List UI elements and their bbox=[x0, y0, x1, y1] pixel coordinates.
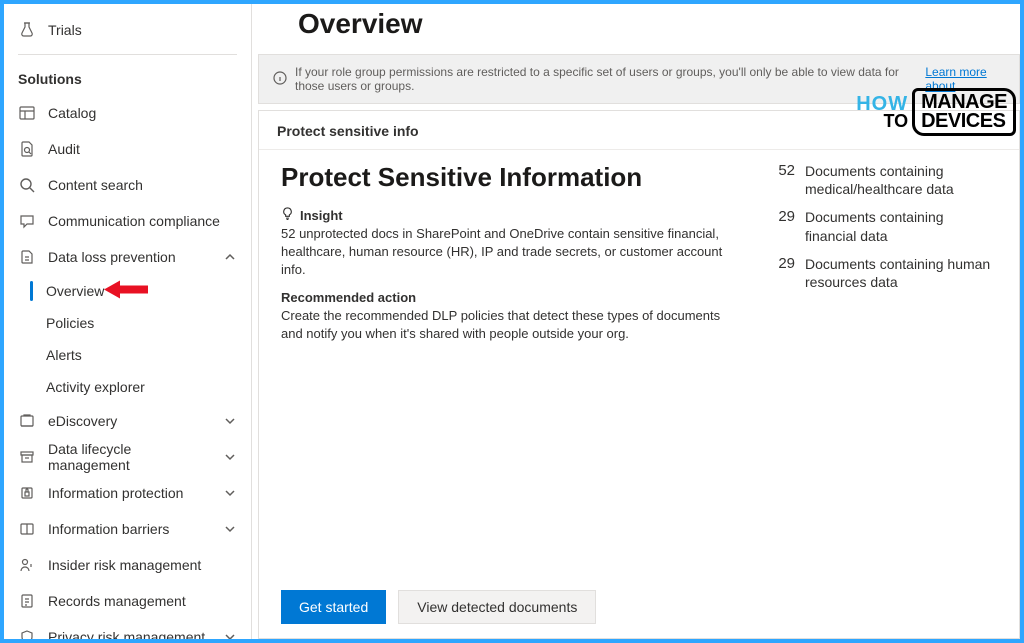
chevron-down-icon bbox=[223, 414, 237, 428]
stat-number: 52 bbox=[767, 162, 795, 179]
audit-icon bbox=[18, 140, 36, 158]
insight-label: Insight bbox=[300, 208, 343, 223]
stat-label: Documents containing medical/healthcare … bbox=[805, 162, 997, 198]
sidebar-subitem-label: Alerts bbox=[46, 347, 82, 363]
sidebar-item-privacy-risk[interactable]: Privacy risk management bbox=[4, 619, 251, 639]
sidebar-item-information-protection[interactable]: Information protection bbox=[4, 475, 251, 511]
card-header: Protect sensitive info bbox=[259, 111, 1019, 150]
sidebar-subitem-activity-explorer[interactable]: Activity explorer bbox=[4, 371, 251, 403]
sidebar: Trials Solutions Catalog Audit Content s… bbox=[4, 4, 252, 639]
stat-row: 52 Documents containing medical/healthca… bbox=[767, 162, 997, 198]
records-icon bbox=[18, 592, 36, 610]
sidebar-item-insider-risk[interactable]: Insider risk management bbox=[4, 547, 251, 583]
stat-label: Documents containing human resources dat… bbox=[805, 255, 997, 291]
sidebar-item-data-lifecycle[interactable]: Data lifecycle management bbox=[4, 439, 251, 475]
sidebar-item-label: Data loss prevention bbox=[48, 249, 211, 265]
sidebar-item-ediscovery[interactable]: eDiscovery bbox=[4, 403, 251, 439]
sidebar-item-label: Privacy risk management bbox=[48, 629, 211, 639]
sidebar-item-content-search[interactable]: Content search bbox=[4, 167, 251, 203]
stat-row: 29 Documents containing human resources … bbox=[767, 255, 997, 291]
sidebar-item-label: Information protection bbox=[48, 485, 211, 501]
search-icon bbox=[18, 176, 36, 194]
chevron-up-icon bbox=[223, 250, 237, 264]
catalog-icon bbox=[18, 104, 36, 122]
chevron-down-icon bbox=[223, 630, 237, 639]
sidebar-item-label: Audit bbox=[48, 141, 237, 157]
main-content: Overview If your role group permissions … bbox=[252, 4, 1020, 639]
get-started-button[interactable]: Get started bbox=[281, 590, 386, 624]
shield-icon bbox=[18, 248, 36, 266]
stats-column: 52 Documents containing medical/healthca… bbox=[767, 162, 997, 580]
sidebar-subitem-overview[interactable]: Overview bbox=[4, 275, 251, 307]
chat-icon bbox=[18, 212, 36, 230]
sidebar-item-information-barriers[interactable]: Information barriers bbox=[4, 511, 251, 547]
annotation-arrow-icon bbox=[104, 279, 148, 304]
sidebar-item-label: Catalog bbox=[48, 105, 237, 121]
sidebar-item-data-loss-prevention[interactable]: Data loss prevention bbox=[4, 239, 251, 275]
sidebar-subitem-alerts[interactable]: Alerts bbox=[4, 339, 251, 371]
ediscovery-icon bbox=[18, 412, 36, 430]
barrier-icon bbox=[18, 520, 36, 538]
section-heading: Protect Sensitive Information bbox=[281, 162, 739, 193]
stat-row: 29 Documents containing financial data bbox=[767, 208, 997, 244]
info-banner-link[interactable]: Learn more about bbox=[925, 65, 1005, 93]
insight-text: 52 unprotected docs in SharePoint and On… bbox=[281, 225, 739, 280]
sidebar-item-catalog[interactable]: Catalog bbox=[4, 95, 251, 131]
dlp-sub-items: Overview Policies Alerts Activity explor… bbox=[4, 275, 251, 403]
info-icon bbox=[273, 71, 287, 88]
stat-number: 29 bbox=[767, 208, 795, 225]
archive-icon bbox=[18, 448, 36, 466]
lock-icon bbox=[18, 484, 36, 502]
sidebar-item-label: Communication compliance bbox=[48, 213, 237, 229]
sidebar-item-label: eDiscovery bbox=[48, 413, 211, 429]
info-banner: If your role group permissions are restr… bbox=[258, 54, 1020, 104]
sidebar-subitem-label: Overview bbox=[46, 283, 104, 299]
sidebar-item-audit[interactable]: Audit bbox=[4, 131, 251, 167]
page-title: Overview bbox=[252, 4, 1020, 54]
sidebar-section-solutions: Solutions bbox=[4, 57, 251, 95]
sidebar-item-label: Information barriers bbox=[48, 521, 211, 537]
recommended-action-label: Recommended action bbox=[281, 290, 739, 305]
person-risk-icon bbox=[18, 556, 36, 574]
sidebar-item-label: Trials bbox=[48, 22, 237, 38]
sidebar-divider bbox=[18, 54, 237, 55]
info-banner-text: If your role group permissions are restr… bbox=[295, 65, 906, 93]
view-detected-documents-button[interactable]: View detected documents bbox=[398, 590, 596, 624]
chevron-down-icon bbox=[223, 450, 237, 464]
sidebar-item-communication-compliance[interactable]: Communication compliance bbox=[4, 203, 251, 239]
sidebar-item-trials[interactable]: Trials bbox=[4, 12, 251, 48]
recommended-action-text: Create the recommended DLP policies that… bbox=[281, 307, 739, 343]
sidebar-subitem-label: Activity explorer bbox=[46, 379, 145, 395]
chevron-down-icon bbox=[223, 486, 237, 500]
sidebar-item-label: Data lifecycle management bbox=[48, 441, 211, 473]
stat-number: 29 bbox=[767, 255, 795, 272]
chevron-down-icon bbox=[223, 522, 237, 536]
sidebar-item-label: Records management bbox=[48, 593, 237, 609]
sidebar-subitem-label: Policies bbox=[46, 315, 94, 331]
protect-sensitive-card: Protect sensitive info Protect Sensitive… bbox=[258, 110, 1020, 639]
lightbulb-icon bbox=[281, 207, 294, 223]
sidebar-subitem-policies[interactable]: Policies bbox=[4, 307, 251, 339]
sidebar-item-records-management[interactable]: Records management bbox=[4, 583, 251, 619]
stat-label: Documents containing financial data bbox=[805, 208, 997, 244]
sidebar-item-label: Content search bbox=[48, 177, 237, 193]
trials-icon bbox=[18, 21, 36, 39]
privacy-icon bbox=[18, 628, 36, 639]
sidebar-item-label: Insider risk management bbox=[48, 557, 237, 573]
